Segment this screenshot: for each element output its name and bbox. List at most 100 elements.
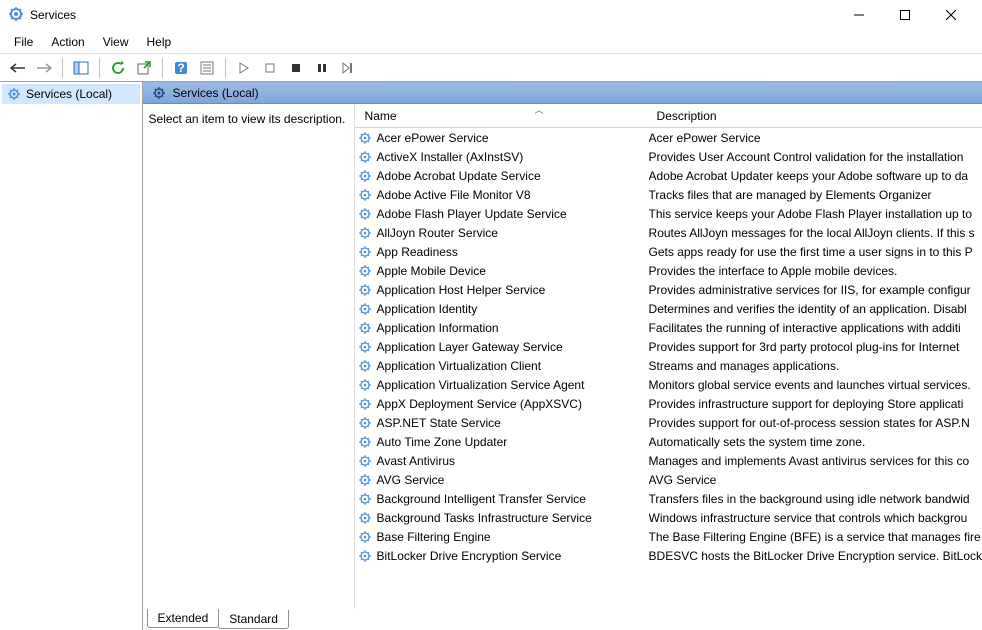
maximize-button[interactable] xyxy=(882,0,928,30)
service-description: Acer ePower Service xyxy=(649,131,761,145)
service-row[interactable]: BitLocker Drive Encryption ServiceBDESVC… xyxy=(355,546,982,565)
gear-icon xyxy=(357,225,373,241)
service-name: Application Virtualization Service Agent xyxy=(377,378,585,392)
service-name: Application Virtualization Client xyxy=(377,359,542,373)
pause-service-button[interactable] xyxy=(310,56,334,80)
gear-icon xyxy=(357,396,373,412)
service-name: Application Host Helper Service xyxy=(377,283,546,297)
gear-icon xyxy=(357,282,373,298)
menu-help[interactable]: Help xyxy=(139,33,180,51)
gear-icon xyxy=(357,320,373,336)
refresh-button[interactable] xyxy=(106,56,130,80)
service-name: Base Filtering Engine xyxy=(377,530,491,544)
svg-text:?: ? xyxy=(177,61,184,75)
view-tabs: Extended Standard xyxy=(143,609,982,630)
service-row[interactable]: AVG ServiceAVG Service xyxy=(355,470,982,489)
service-row[interactable]: Application IdentityDetermines and verif… xyxy=(355,299,982,318)
gear-icon xyxy=(357,472,373,488)
service-row[interactable]: Application Host Helper Service Provides … xyxy=(355,280,982,299)
service-row[interactable]: Application Information Facilitates the r… xyxy=(355,318,982,337)
gear-icon xyxy=(357,510,373,526)
service-name: Auto Time Zone Updater xyxy=(377,435,508,449)
service-row[interactable]: Auto Time Zone UpdaterAutomatically sets… xyxy=(355,432,982,451)
service-description: Provides administrative services for IIS… xyxy=(649,283,971,297)
gear-icon xyxy=(357,130,373,146)
service-name: Application Information xyxy=(377,321,499,335)
nav-services-local[interactable]: Services (Local) xyxy=(2,84,140,104)
column-header-name[interactable]: Name xyxy=(357,105,649,127)
show-hide-tree-button[interactable] xyxy=(69,56,93,80)
start-service-button[interactable] xyxy=(232,56,256,80)
properties-button[interactable] xyxy=(195,56,219,80)
service-description: Windows infrastructure service that cont… xyxy=(649,511,968,525)
service-row[interactable]: Apple Mobile DeviceProvides the interfac… xyxy=(355,261,982,280)
service-row[interactable]: Application Virtualization ClientStreams… xyxy=(355,356,982,375)
service-description: Manages and implements Avast antivirus s… xyxy=(649,454,970,468)
service-description: Tracks files that are managed by Element… xyxy=(649,188,932,202)
menu-file[interactable]: File xyxy=(6,33,41,51)
service-description: Facilitates the running of interactive a… xyxy=(649,321,961,335)
service-name: App Readiness xyxy=(377,245,458,259)
tab-extended[interactable]: Extended xyxy=(147,609,220,628)
stop-service-button[interactable] xyxy=(258,56,282,80)
restart-service-button[interactable] xyxy=(336,56,360,80)
minimize-button[interactable] xyxy=(836,0,882,30)
help-button[interactable]: ? xyxy=(169,56,193,80)
gear-icon xyxy=(357,377,373,393)
forward-button[interactable] xyxy=(32,56,56,80)
service-row[interactable]: Base Filtering Engine The Base Filtering … xyxy=(355,527,982,546)
service-row[interactable]: Application Layer Gateway ServiceProvide… xyxy=(355,337,982,356)
menu-bar: File Action View Help xyxy=(0,31,982,53)
service-row[interactable]: Avast AntivirusManages and implements Av… xyxy=(355,451,982,470)
gear-icon xyxy=(357,301,373,317)
column-header-description[interactable]: Description xyxy=(649,105,982,127)
navigation-tree: Services (Local) xyxy=(0,82,143,630)
services-rows[interactable]: Acer ePower ServiceAcer ePower ServiceAc… xyxy=(355,128,982,609)
tab-standard[interactable]: Standard xyxy=(218,610,289,629)
service-row[interactable]: Application Virtualization Service Agent… xyxy=(355,375,982,394)
service-row[interactable]: ActiveX Installer (AxInstSV)Provides Use… xyxy=(355,147,982,166)
service-name: Adobe Acrobat Update Service xyxy=(377,169,541,183)
service-row[interactable]: AppX Deployment Service (AppXSVC)Provide… xyxy=(355,394,982,413)
gear-icon xyxy=(357,453,373,469)
title-bar: Services xyxy=(0,0,982,31)
nav-item-label: Services (Local) xyxy=(26,87,112,101)
service-description: The Base Filtering Engine (BFE) is a ser… xyxy=(649,530,981,544)
service-row[interactable]: Background Tasks Infrastructure Service W… xyxy=(355,508,982,527)
gear-icon xyxy=(357,491,373,507)
gear-icon xyxy=(357,168,373,184)
service-name: AppX Deployment Service (AppXSVC) xyxy=(377,397,582,411)
service-name: Adobe Active File Monitor V8 xyxy=(377,188,531,202)
menu-view[interactable]: View xyxy=(95,33,137,51)
service-row[interactable]: Adobe Active File Monitor V8 Tracks files… xyxy=(355,185,982,204)
service-row[interactable]: Acer ePower Service Acer ePower Service xyxy=(355,128,982,147)
menu-action[interactable]: Action xyxy=(43,33,92,51)
service-name: Background Intelligent Transfer Service xyxy=(377,492,586,506)
stop-service-button-2[interactable] xyxy=(284,56,308,80)
service-name: AllJoyn Router Service xyxy=(377,226,498,240)
description-panel: Select an item to view its description. xyxy=(143,104,355,609)
gear-icon xyxy=(357,415,373,431)
toolbar: ? xyxy=(0,53,982,81)
service-description: Provides support for out-of-process sess… xyxy=(649,416,970,430)
service-row[interactable]: Background Intelligent Transfer ServiceT… xyxy=(355,489,982,508)
service-row[interactable]: AllJoyn Router ServiceRoutes AllJoyn mes… xyxy=(355,223,982,242)
export-list-button[interactable] xyxy=(132,56,156,80)
service-name: Background Tasks Infrastructure Service xyxy=(377,511,592,525)
service-row[interactable]: Adobe Flash Player Update ServiceThis se… xyxy=(355,204,982,223)
service-row[interactable]: Adobe Acrobat Update ServiceAdobe Acroba… xyxy=(355,166,982,185)
service-name: Acer ePower Service xyxy=(377,131,489,145)
service-row[interactable]: App ReadinessGets apps ready for use the… xyxy=(355,242,982,261)
gear-icon xyxy=(357,206,373,222)
gear-icon xyxy=(357,358,373,374)
back-button[interactable] xyxy=(6,56,30,80)
service-row[interactable]: ASP.NET State ServiceProvides support fo… xyxy=(355,413,982,432)
service-description: Provides support for 3rd party protocol … xyxy=(649,340,960,354)
gear-icon xyxy=(357,263,373,279)
gear-icon xyxy=(357,149,373,165)
service-name: Adobe Flash Player Update Service xyxy=(377,207,567,221)
service-name: BitLocker Drive Encryption Service xyxy=(377,549,562,563)
main-header: Services (Local) xyxy=(143,82,982,104)
service-description: Provides the interface to Apple mobile d… xyxy=(649,264,898,278)
close-button[interactable] xyxy=(928,0,974,30)
